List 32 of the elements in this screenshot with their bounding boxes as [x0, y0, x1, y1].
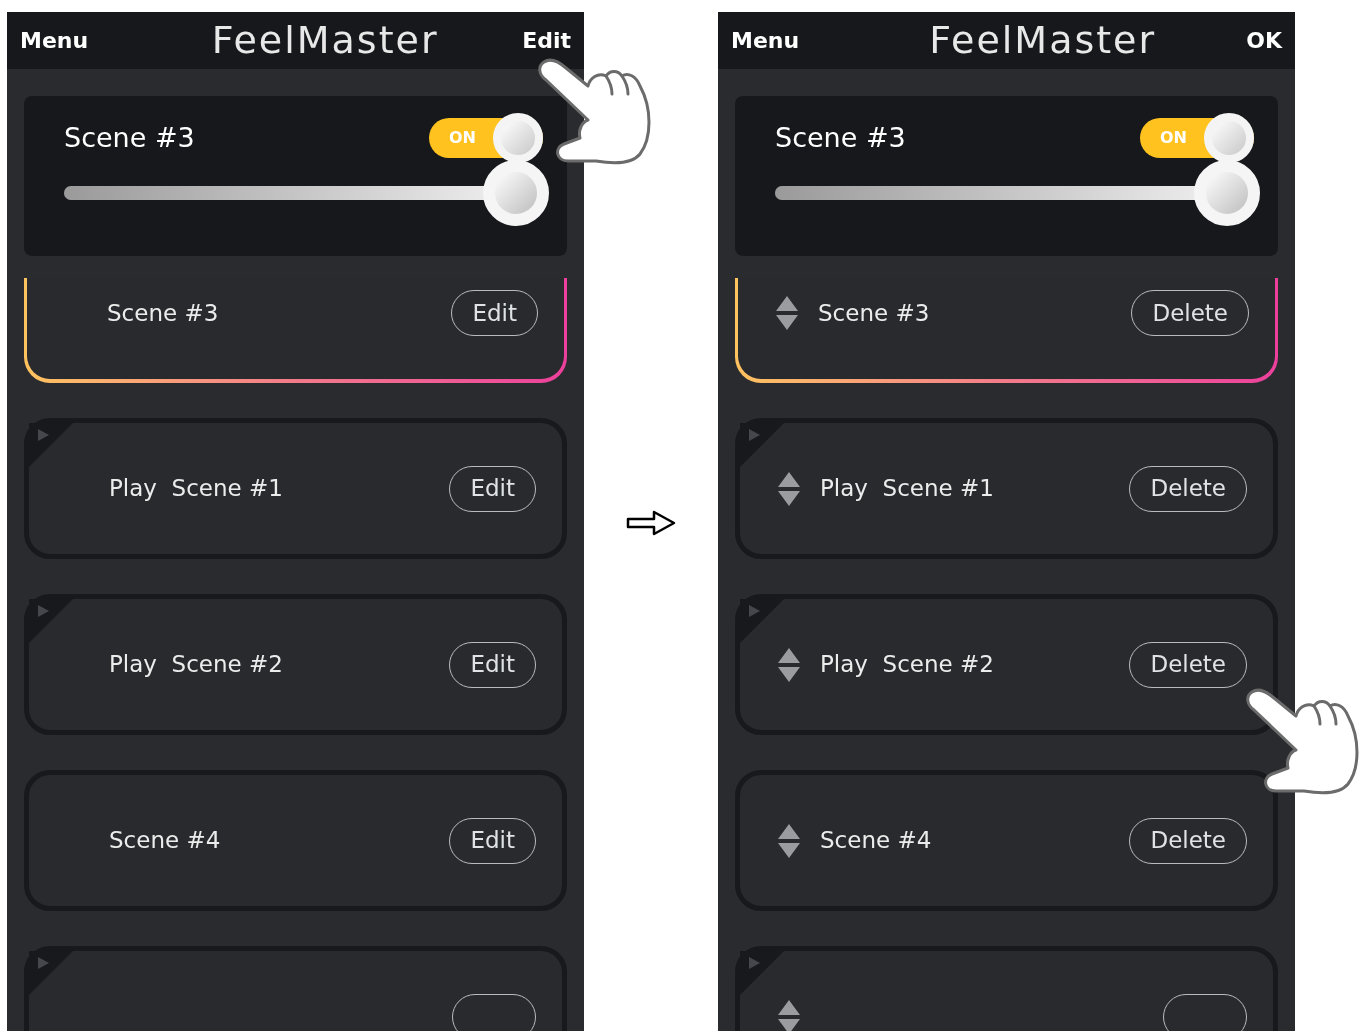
- reorder-handle-icon[interactable]: [777, 822, 801, 859]
- scene-name: Scene #4: [820, 826, 933, 856]
- scene-name: Scene #4: [109, 826, 222, 856]
- scene-card[interactable]: Scene #4 Edit: [24, 770, 567, 911]
- reorder-handle-icon[interactable]: [777, 646, 801, 683]
- scene-name: Play Scene #1: [109, 474, 284, 504]
- now-playing-title: Scene #3: [64, 120, 195, 155]
- scene-card[interactable]: Play Scene #1 Delete: [735, 418, 1278, 559]
- reorder-handle-icon[interactable]: [777, 470, 801, 507]
- now-playing-title: Scene #3: [775, 120, 906, 155]
- scene-name: Play Scene #2: [109, 650, 284, 680]
- slider[interactable]: [64, 160, 549, 226]
- selected-scene-card[interactable]: Scene #3 Delete: [735, 278, 1278, 383]
- scene-card[interactable]: Scene #4 Delete: [735, 770, 1278, 911]
- menu-button[interactable]: Menu: [731, 24, 800, 57]
- app-logo: FeelMaster: [211, 17, 439, 64]
- scene-name: Scene #3: [818, 298, 931, 328]
- header-action-button[interactable]: OK: [1246, 24, 1282, 57]
- slider[interactable]: [775, 160, 1260, 226]
- arrow-icon: [626, 510, 676, 536]
- reorder-handle-icon[interactable]: [777, 998, 801, 1031]
- app-logo: FeelMaster: [929, 17, 1157, 64]
- scene-card[interactable]: Play Scene #1 Edit: [24, 418, 567, 559]
- scene-name: Play Scene #2: [820, 650, 995, 680]
- header-action-button[interactable]: Edit: [522, 24, 571, 57]
- reorder-handle-icon[interactable]: [775, 295, 799, 331]
- scene-card[interactable]: Play Scene #2 Delete: [735, 594, 1278, 735]
- scene-name: Scene #3: [107, 298, 220, 328]
- scene-name: Play Scene #1: [820, 474, 995, 504]
- menu-button[interactable]: Menu: [20, 24, 89, 57]
- scene-card[interactable]: Play Scene #2 Edit: [24, 594, 567, 735]
- selected-scene-card[interactable]: Scene #3 Edit: [24, 278, 567, 383]
